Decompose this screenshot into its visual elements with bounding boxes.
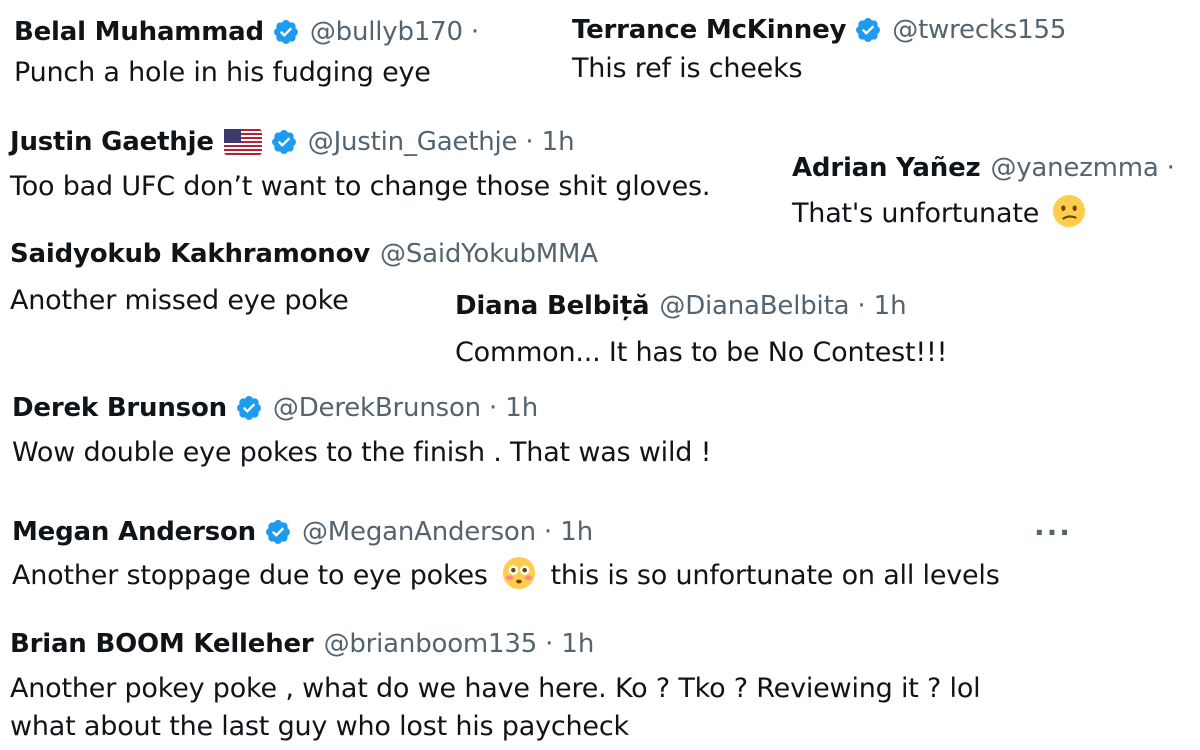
author-name[interactable]: Brian BOOM Kelleher [10,629,314,659]
author-name[interactable]: Megan Anderson [12,517,256,547]
author-name[interactable]: Saidyokub Kakhramonov [10,239,370,269]
author-handle[interactable]: @DianaBelbita [659,291,849,321]
author-name[interactable]: Diana Belbiță [455,291,650,321]
verified-badge-icon [854,16,882,44]
tweet-text: Wow double eye pokes to the finish . Tha… [12,437,712,468]
tweet-text: Too bad UFC don’t want to change those s… [10,171,711,202]
author-handle[interactable]: @DerekBrunson [273,393,481,423]
separator-dot: · [545,629,554,659]
author-handle[interactable]: @yanezmma [990,153,1158,183]
tweet-megan-anderson: Megan Anderson @MeganAnderson · 1h Anoth… [12,512,1000,595]
tweet-text: This ref is cheeks [572,53,803,84]
tweet-timestamp[interactable]: 1h [542,127,575,157]
tweet-text: That's unfortunate [792,194,1183,233]
tweet-timestamp[interactable]: 1h [560,517,593,547]
tweet-header: Justin Gaethje @Justin_Gaethje · 1h [10,122,710,162]
tweet-header: Megan Anderson @MeganAnderson · 1h [12,512,1000,552]
author-handle[interactable]: @brianboom135 [324,629,538,659]
author-name[interactable]: Derek Brunson [12,393,227,423]
us-flag-icon [223,129,262,155]
author-handle[interactable]: @Justin_Gaethje [308,127,518,157]
tweet-justin-gaethje: Justin Gaethje @Justin_Gaethje · 1h Too … [10,122,710,206]
tweet-terrance-mckinney: Terrance McKinney @twrecks155 This ref i… [572,10,1066,88]
verified-badge-icon [272,18,300,46]
author-handle[interactable]: @bullyb170 [310,17,463,47]
tweet-diana-belbita: Diana Belbiță @DianaBelbita · 1h Common.… [455,286,948,372]
author-handle[interactable]: @SaidYokubMMA [380,239,598,269]
verified-badge-icon [235,394,263,422]
tweet-header: Saidyokub Kakhramonov @SaidYokubMMA [10,234,598,274]
separator-dot: · [525,127,534,157]
author-handle[interactable]: @MeganAnderson [302,517,536,547]
separator-dot: · [543,517,553,547]
tweet-timestamp[interactable]: 1h [561,629,594,659]
tweet-text: Punch a hole in his fudging eye [14,57,431,88]
verified-badge-icon [270,128,298,156]
separator-dot: · [488,393,498,423]
tweet-timestamp[interactable]: 1h [874,291,907,321]
separator-dot: · [470,17,480,47]
tweet-derek-brunson: Derek Brunson @DerekBrunson · 1h Wow dou… [12,388,711,472]
tweet-header: Adrian Yañez @yanezmma · [792,148,1183,188]
author-handle[interactable]: @twrecks155 [892,15,1066,45]
tweet-brian-kelleher: Brian BOOM Kelleher @brianboom135 · 1h A… [10,624,981,746]
tweet-header: Diana Belbiță @DianaBelbita · 1h [455,286,947,326]
tweet-text: Another pokey poke , what do we have her… [10,670,981,746]
tweet-text-line-1: Another pokey poke , what do we have her… [10,673,981,704]
separator-dot: · [857,291,866,321]
separator-dot: · [1166,153,1175,183]
tweet-text: Another stoppage due to eye pokes this i… [12,556,1000,595]
author-name[interactable]: Belal Muhammad [14,17,264,47]
author-name[interactable]: Justin Gaethje [10,127,214,157]
tweet-text-content: That's unfortunate [792,198,1040,229]
verified-badge-icon [264,518,292,546]
tweet-text-after-emoji: this is so unfortunate on all levels [550,560,1000,591]
tweet-timestamp[interactable]: 1h [505,393,538,423]
tweet-text-before-emoji: Another stoppage due to eye pokes [12,560,488,591]
tweet-belal-muhammad: Belal Muhammad @bullyb170 · Punch a hole… [14,12,487,92]
tweet-header: Derek Brunson @DerekBrunson · 1h [12,388,711,428]
more-options-icon[interactable]: ··· [1034,516,1072,549]
author-name[interactable]: Adrian Yañez [792,153,981,183]
tweet-header: Brian BOOM Kelleher @brianboom135 · 1h [10,624,980,664]
tweet-adrian-yanez: Adrian Yañez @yanezmma · That's unfortun… [792,148,1183,233]
confused-face-emoji-icon [1052,194,1086,228]
author-name[interactable]: Terrance McKinney [572,15,846,45]
tweet-header: Terrance McKinney @twrecks155 [572,10,1066,50]
tweet-text-line-2: what about the last guy who lost his pay… [10,711,629,742]
tweet-header: Belal Muhammad @bullyb170 · [14,12,487,52]
tweet-text: Common... It has to be No Contest!!! [455,337,948,368]
flushed-face-emoji-icon [502,556,536,590]
